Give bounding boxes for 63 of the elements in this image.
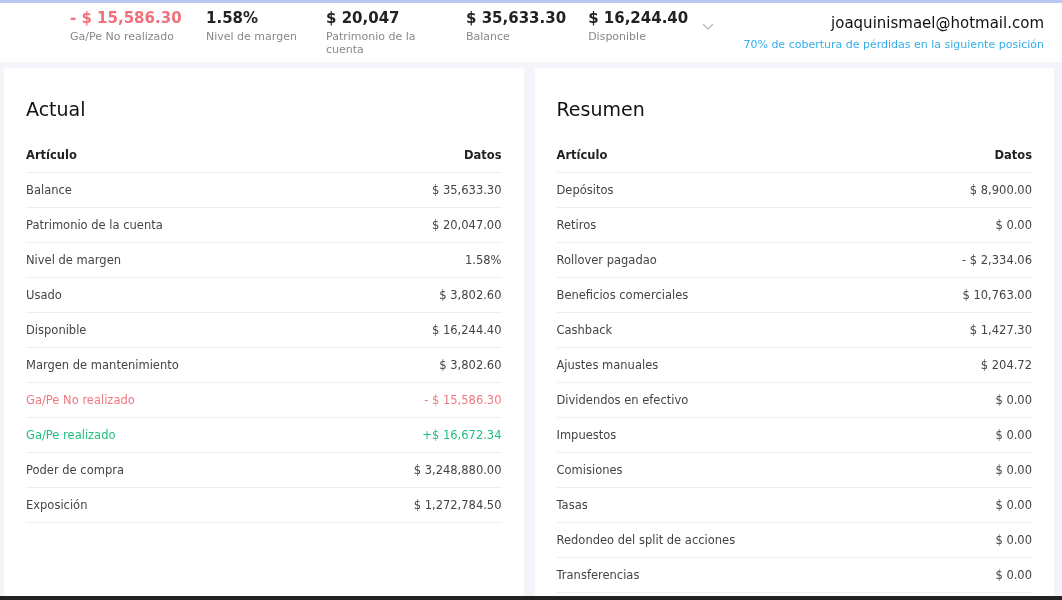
chevron-down-icon[interactable] bbox=[702, 23, 715, 31]
stat-value: $ 16,244.40 bbox=[588, 9, 689, 27]
stat-value: $ 35,633.30 bbox=[466, 9, 567, 27]
item-value: $ 0.00 bbox=[995, 463, 1032, 477]
item-value: $ 1,427.30 bbox=[969, 323, 1032, 337]
item-label: Patrimonio de la cuenta bbox=[26, 218, 163, 232]
item-label: Ga/Pe No realizado bbox=[26, 393, 135, 407]
item-value: $ 1,272,784.50 bbox=[413, 498, 502, 512]
item-label: Exposición bbox=[26, 498, 88, 512]
item-value: - $ 15,586.30 bbox=[424, 393, 502, 407]
item-label: Ajustes manuales bbox=[556, 358, 659, 372]
column-header: Artículo bbox=[26, 148, 77, 162]
item-label: Tasas bbox=[556, 498, 588, 512]
item-label: Beneficios comerciales bbox=[556, 288, 689, 302]
item-value: $ 3,248,880.00 bbox=[413, 463, 502, 477]
item-value: $ 3,802.60 bbox=[439, 288, 502, 302]
item-value: $ 8,900.00 bbox=[969, 183, 1032, 197]
item-value: $ 0.00 bbox=[995, 533, 1032, 547]
item-label: Balance bbox=[26, 183, 72, 197]
item-label: Depósitos bbox=[556, 183, 614, 197]
item-label: Disponible bbox=[26, 323, 87, 337]
item-label: Redondeo del split de acciones bbox=[556, 533, 736, 547]
stat-label: Ga/Pe No realizado bbox=[70, 30, 176, 44]
item-value: $ 204.72 bbox=[980, 358, 1032, 372]
stat-value: 1.58% bbox=[206, 9, 260, 27]
stat-value: - $ 15,586.30 bbox=[70, 9, 183, 27]
stat-label: Patrimonio de la cuenta bbox=[326, 30, 417, 57]
item-value: $ 10,763.00 bbox=[962, 288, 1032, 302]
item-value: $ 0.00 bbox=[995, 498, 1032, 512]
column-header: Datos bbox=[463, 148, 502, 162]
stat-label: Nivel de margen bbox=[206, 30, 298, 44]
item-label: Retiros bbox=[556, 218, 597, 232]
item-label: Margen de mantenimiento bbox=[26, 358, 179, 372]
coverage-note: 70% de cobertura de pérdidas en la siguiente posición bbox=[743, 38, 1044, 51]
panel-title: Resumen bbox=[556, 98, 646, 120]
item-label: Poder de compra bbox=[26, 463, 124, 477]
item-label: Impuestos bbox=[556, 428, 617, 442]
item-label: Cashback bbox=[556, 323, 613, 337]
item-value: 1.58% bbox=[464, 253, 502, 267]
item-value: $ 16,244.40 bbox=[432, 323, 502, 337]
item-value: $ 0.00 bbox=[995, 218, 1032, 232]
stat-label: Disponible bbox=[588, 30, 647, 44]
item-value: $ 0.00 bbox=[995, 428, 1032, 442]
stat-value: $ 20,047 bbox=[326, 9, 401, 27]
item-value: $ 0.00 bbox=[995, 568, 1032, 582]
item-value: +$ 16,672.34 bbox=[422, 428, 502, 442]
item-value: $ 3,802.60 bbox=[439, 358, 502, 372]
column-header: Datos bbox=[994, 148, 1032, 162]
item-value: $ 0.00 bbox=[995, 393, 1032, 407]
item-value: - $ 2,334.06 bbox=[962, 253, 1032, 267]
stat-label: Balance bbox=[466, 30, 511, 44]
item-label: Dividendos en efectivo bbox=[556, 393, 689, 407]
panel-title: Actual bbox=[26, 98, 87, 120]
item-label: Usado bbox=[26, 288, 62, 302]
account-email: joaquinismael@hotmail.com bbox=[831, 14, 1044, 32]
column-header: Artículo bbox=[556, 148, 608, 162]
item-value: $ 35,633.30 bbox=[432, 183, 502, 197]
item-label: Transferencias bbox=[556, 568, 640, 582]
item-label: Ga/Pe realizado bbox=[26, 428, 116, 442]
item-label: Rollover pagadao bbox=[556, 253, 657, 267]
item-label: Nivel de margen bbox=[26, 253, 121, 267]
item-label: Comisiones bbox=[556, 463, 623, 477]
item-value: $ 20,047.00 bbox=[432, 218, 502, 232]
